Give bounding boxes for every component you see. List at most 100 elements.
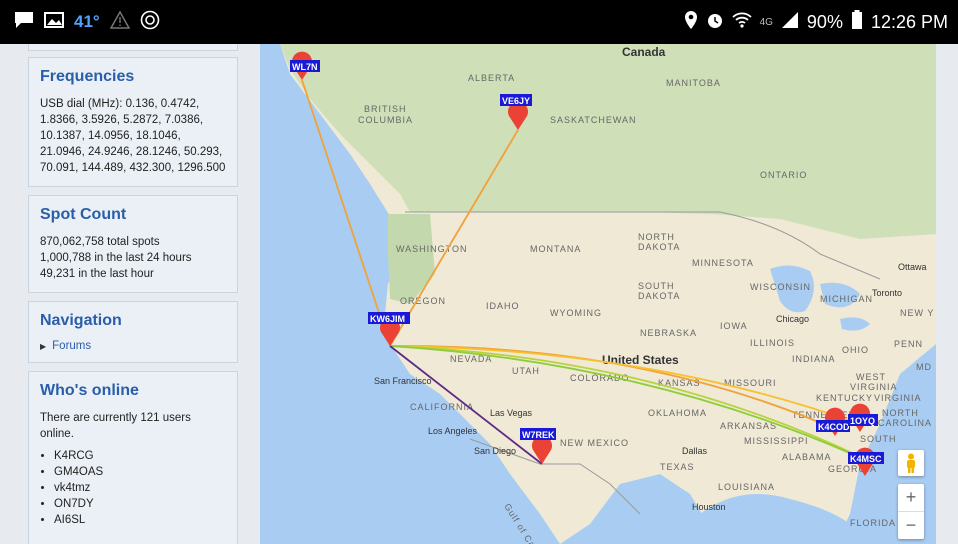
location-icon	[684, 10, 698, 35]
label-new-york: NEW Y	[900, 308, 934, 318]
station-ve6jy: VE6JY	[502, 96, 530, 106]
status-bar: 41° 4G 90% 12:26 PM	[0, 0, 958, 44]
label-united-states: United States	[602, 353, 679, 367]
label-south-carolina: SOUTH	[860, 434, 897, 444]
city-toronto: Toronto	[872, 288, 902, 298]
online-user[interactable]: GM4OAS	[54, 464, 227, 480]
label-kentucky: KENTUCKY	[816, 393, 873, 403]
label-north-dakota-2: DAKOTA	[638, 242, 680, 252]
label-md: MD	[916, 362, 932, 372]
sidebar: Frequencies USB dial (MHz): 0.136, 0.474…	[28, 44, 238, 544]
spot-last-hour: 49,231 in the last hour	[40, 268, 154, 280]
label-louisiana: LOUISIANA	[718, 482, 775, 492]
label-alabama: ALABAMA	[782, 452, 832, 462]
frequencies-block: Frequencies USB dial (MHz): 0.136, 0.474…	[28, 57, 238, 187]
canada-forest	[280, 44, 936, 239]
station-kw6jim: KW6JIM	[370, 314, 405, 324]
city-san-francisco: San Francisco	[374, 376, 432, 386]
label-oklahoma: OKLAHOMA	[648, 408, 707, 418]
label-new-mexico: NEW MEXICO	[560, 438, 629, 448]
label-west-virginia-1: WEST	[856, 372, 886, 382]
city-chicago: Chicago	[776, 314, 809, 324]
warning-icon	[109, 9, 131, 34]
clock: 12:26 PM	[870, 11, 948, 32]
city-dallas: Dallas	[682, 446, 708, 456]
label-north-carolina-1: NORTH	[882, 408, 919, 418]
label-british-2: COLUMBIA	[358, 115, 413, 125]
label-michigan: MICHIGAN	[820, 294, 873, 304]
message-icon	[14, 11, 34, 34]
label-texas: TEXAS	[660, 462, 695, 472]
page-margin-right	[936, 44, 958, 544]
label-mississippi: MISSISSIPPI	[744, 436, 809, 446]
label-north-carolina-2: CAROLINA	[878, 418, 932, 428]
label-canada: Canada	[622, 45, 666, 59]
online-user[interactable]: AI6SL	[54, 512, 227, 528]
label-ontario: ONTARIO	[760, 170, 807, 180]
label-virginia: VIRGINIA	[874, 393, 922, 403]
network-type: 4G	[759, 16, 773, 28]
label-illinois: ILLINOIS	[750, 338, 795, 348]
frequencies-title: Frequencies	[40, 68, 135, 85]
battery-icon	[851, 9, 863, 35]
station-k4msc: K4MSC	[850, 454, 882, 464]
triangle-right-icon: ▶	[40, 341, 47, 351]
station-k4cod: K4COD	[818, 422, 850, 432]
alarm-icon	[706, 11, 724, 34]
whos-online-title: Who's online	[40, 382, 139, 399]
online-user[interactable]: vk4tmz	[54, 480, 227, 496]
street-view-pegman-icon[interactable]	[898, 450, 924, 476]
city-houston: Houston	[692, 502, 726, 512]
signal-icon	[781, 11, 799, 34]
whos-online-block: Who's online There are currently 121 use…	[28, 371, 238, 544]
label-indiana: INDIANA	[792, 354, 836, 364]
city-san-diego: San Diego	[474, 446, 516, 456]
navigation-block: Navigation ▶ Forums	[28, 301, 238, 363]
label-nebraska: NEBRASKA	[640, 328, 697, 338]
label-south-dakota-1: SOUTH	[638, 281, 675, 291]
online-user[interactable]: ON7DY	[54, 496, 227, 512]
label-manitoba: MANITOBA	[666, 78, 721, 88]
label-penn: PENN	[894, 339, 923, 349]
online-users-list: K4RCG GM4OAS vk4tmz ON7DY AI6SL	[40, 448, 227, 528]
spot-last-24h: 1,000,788 in the last 24 hours	[40, 252, 192, 264]
page-content: Frequencies USB dial (MHz): 0.136, 0.474…	[0, 44, 958, 544]
zoom-in-button[interactable]: +	[898, 484, 924, 512]
label-saskatchewan: SASKATCHEWAN	[550, 115, 637, 125]
station-wl7n: WL7N	[292, 62, 318, 72]
zoom-out-button[interactable]: −	[898, 512, 924, 539]
spot-total: 870,062,758 total spots	[40, 236, 160, 248]
label-washington: WASHINGTON	[396, 244, 468, 254]
forums-link-label: Forums	[52, 340, 92, 352]
label-montana: MONTANA	[530, 244, 581, 254]
label-iowa: IOWA	[720, 321, 748, 331]
temperature: 41°	[74, 12, 100, 31]
label-utah: UTAH	[512, 366, 540, 376]
label-wyoming: WYOMING	[550, 308, 602, 318]
map-canvas[interactable]: Canada ALBERTA MANITOBA BRITISH COLUMBIA…	[260, 44, 936, 544]
spot-count-title: Spot Count	[40, 206, 127, 223]
frequencies-text: USB dial (MHz): 0.136, 0.4742, 1.8366, 3…	[40, 98, 226, 174]
label-arkansas: ARKANSAS	[720, 421, 777, 431]
spot-map[interactable]: Canada ALBERTA MANITOBA BRITISH COLUMBIA…	[260, 44, 936, 544]
battery-percent: 90%	[806, 11, 843, 32]
notification-count-icon	[140, 10, 160, 35]
label-british-1: BRITISH	[364, 104, 407, 114]
navigation-title: Navigation	[40, 312, 122, 329]
city-ottawa: Ottawa	[898, 262, 927, 272]
whos-online-text: There are currently 121 users online.	[40, 412, 191, 440]
label-idaho: IDAHO	[486, 301, 520, 311]
label-oregon: OREGON	[400, 296, 446, 306]
spot-count-block: Spot Count 870,062,758 total spots 1,000…	[28, 195, 238, 293]
zoom-controls: + −	[898, 484, 924, 539]
wifi-icon	[731, 11, 752, 34]
image-icon	[44, 11, 64, 34]
city-las-vegas: Las Vegas	[490, 408, 533, 418]
online-user[interactable]: K4RCG	[54, 448, 227, 464]
label-wisconsin: WISCONSIN	[750, 282, 811, 292]
city-los-angeles: Los Angeles	[428, 426, 478, 436]
label-north-dakota-1: NORTH	[638, 232, 675, 242]
label-south-dakota-2: DAKOTA	[638, 291, 680, 301]
station-w1oyq: 1OYQ	[850, 416, 875, 426]
forums-link[interactable]: ▶ Forums	[40, 340, 227, 352]
